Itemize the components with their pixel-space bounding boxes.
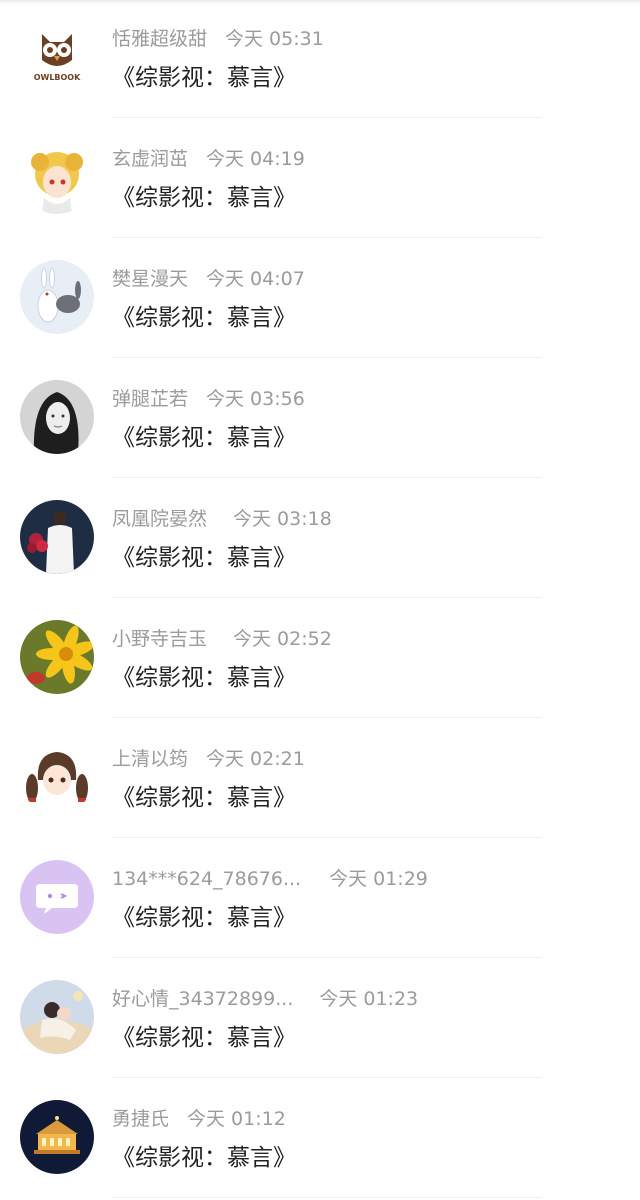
rabbits-avatar[interactable] [20,260,94,334]
divider [112,837,542,838]
comment-text[interactable]: 《综影视：慕言》 [112,538,296,572]
username-link[interactable]: 玄虚润茁 [112,144,188,171]
comment-meta: 玄虚润茁 今天 04:19 [112,144,305,174]
comment-text[interactable]: 《综影视：慕言》 [112,658,296,692]
comment-item[interactable]: 玄虚润茁 今天 04:19 《综影视：慕言》 [0,120,640,240]
divider [112,477,542,478]
comment-meta: 上清以筠 今天 02:21 [112,744,305,774]
comment-time: 今天 03:56 [206,388,305,410]
comment-item[interactable]: 勇捷氏 今天 01:12 《综影视：慕言》 [0,1080,640,1200]
comment-meta: 好心情_34372899... 今天 01:23 [112,984,418,1014]
divider [112,357,542,358]
carousel-night-avatar[interactable] [20,1100,94,1174]
divider [112,597,542,598]
divider [112,117,542,118]
comment-time: 今天 01:29 [329,868,428,890]
username-link[interactable]: 134***624_78676... [112,868,301,890]
divider [112,717,542,718]
comment-time: 今天 02:52 [233,628,332,650]
comment-meta: 弹腿芷若 今天 03:56 [112,384,305,414]
comment-item[interactable]: 小野寺吉玉 今天 02:52 《综影视：慕言》 [0,600,640,720]
divider [112,957,542,958]
comment-time: 今天 01:12 [187,1108,286,1130]
comment-time: 今天 04:07 [206,268,305,290]
username-link[interactable]: 上清以筠 [112,744,188,771]
comment-text[interactable]: 《综影视：慕言》 [112,898,296,932]
yellow-flower-avatar[interactable] [20,620,94,694]
username-link[interactable]: 恬雅超级甜 [112,24,207,51]
comment-time: 今天 03:18 [233,508,332,530]
comment-item[interactable]: OWLBOOK 恬雅超级甜 今天 05:31 《综影视：慕言》 [0,0,640,120]
comment-text[interactable]: 《综影视：慕言》 [112,178,296,212]
username-link[interactable]: 弹腿芷若 [112,384,188,411]
anime-pigtails-avatar[interactable] [20,740,94,814]
comment-item[interactable]: 上清以筠 今天 02:21 《综影视：慕言》 [0,720,640,840]
owlbook-logo-text: OWLBOOK [34,73,81,82]
anime-girl-avatar[interactable] [20,140,94,214]
comment-item[interactable]: 凤凰院晏然 今天 03:18 《综影视：慕言》 [0,480,640,600]
couple-illustration-avatar[interactable] [20,980,94,1054]
comment-text[interactable]: 《综影视：慕言》 [112,1138,296,1172]
comment-time: 今天 02:21 [206,748,305,770]
comment-text[interactable]: 《综影视：慕言》 [112,418,296,452]
comment-meta: 勇捷氏 今天 01:12 [112,1104,286,1134]
man-with-flowers-avatar[interactable] [20,500,94,574]
comment-item[interactable]: 弹腿芷若 今天 03:56 《综影视：慕言》 [0,360,640,480]
comment-meta: 凤凰院晏然 今天 03:18 [112,504,332,534]
username-link[interactable]: 勇捷氏 [112,1104,169,1131]
comment-text[interactable]: 《综影视：慕言》 [112,58,296,92]
username-link[interactable]: 凤凰院晏然 [112,504,207,531]
comment-meta: 恬雅超级甜 今天 05:31 [112,24,324,54]
comment-time: 今天 04:19 [206,148,305,170]
comment-item[interactable]: 樊星漫天 今天 04:07 《综影视：慕言》 [0,240,640,360]
username-link[interactable]: 小野寺吉玉 [112,624,207,651]
chat-bubble-default-avatar[interactable] [20,860,94,934]
comment-item[interactable]: 好心情_34372899... 今天 01:23 《综影视：慕言》 [0,960,640,1080]
username-link[interactable]: 樊星漫天 [112,264,188,291]
divider [112,1077,542,1078]
comment-item[interactable]: 134***624_78676... 今天 01:29 《综影视：慕言》 [0,840,640,960]
comment-time: 今天 05:31 [225,28,324,50]
comment-meta: 134***624_78676... 今天 01:29 [112,864,428,894]
comment-text[interactable]: 《综影视：慕言》 [112,1018,296,1052]
comment-text[interactable]: 《综影视：慕言》 [112,778,296,812]
comment-meta: 小野寺吉玉 今天 02:52 [112,624,332,654]
woman-portrait-avatar[interactable] [20,380,94,454]
comment-meta: 樊星漫天 今天 04:07 [112,264,305,294]
divider [112,237,542,238]
username-link[interactable]: 好心情_34372899... [112,984,293,1011]
comment-text[interactable]: 《综影视：慕言》 [112,298,296,332]
owlbook-logo-icon[interactable]: OWLBOOK [20,20,94,94]
comment-time: 今天 01:23 [319,988,419,1010]
